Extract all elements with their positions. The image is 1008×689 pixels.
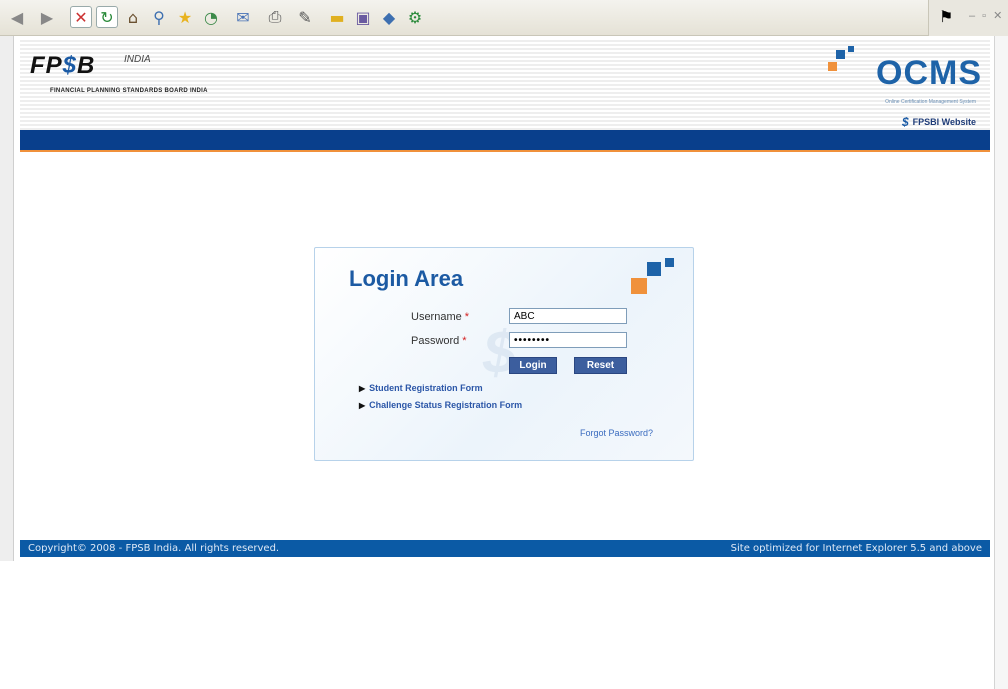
fpsb-mark-icon: $: [901, 115, 909, 129]
optimized-text: Site optimized for Internet Explorer 5.5…: [730, 543, 982, 554]
home-icon[interactable]: ⌂: [122, 6, 144, 28]
stop-icon[interactable]: ✕: [70, 6, 92, 28]
tools-icon[interactable]: ⚙: [404, 6, 426, 28]
ocms-logo: OCMS Online Certification Management Sys…: [822, 44, 982, 105]
watermark: $: [483, 319, 517, 386]
challenge-status-registration-link[interactable]: ▶ Challenge Status Registration Form: [359, 400, 522, 410]
student-registration-link[interactable]: ▶ Student Registration Form: [359, 383, 483, 393]
scrollbar[interactable]: [994, 36, 1008, 689]
copyright-text: Copyright© 2008 - FPSB India. All rights…: [28, 543, 280, 554]
edit-icon[interactable]: ✎: [294, 6, 316, 28]
username-label: Username *: [411, 311, 470, 323]
refresh-icon[interactable]: ↻: [96, 6, 118, 28]
logo-square: [665, 258, 674, 267]
mail-icon[interactable]: ✉: [232, 6, 254, 28]
fpsb-logo[interactable]: FP$B: [30, 52, 95, 80]
ocms-logo-text: OCMS: [876, 54, 982, 92]
logo-subtitle: FINANCIAL PLANNING STANDARDS BOARD INDIA: [50, 88, 208, 94]
login-area: $ Login Area Username * ABC Password * •••…: [314, 247, 694, 461]
login-button[interactable]: Login: [509, 357, 557, 374]
print-icon[interactable]: ⎙: [264, 6, 286, 28]
link-label: Challenge Status Registration Form: [369, 400, 523, 410]
arrow-right-icon: ▶: [359, 383, 366, 393]
login-title: Login Area: [349, 266, 464, 291]
site-footer: Copyright© 2008 - FPSB India. All rights…: [20, 540, 990, 557]
window-controls: ⚑ ‒ ▫ ✕: [928, 0, 1008, 36]
window-buttons[interactable]: ‒ ▫ ✕: [969, 9, 1004, 22]
header-band: [20, 130, 990, 152]
forgot-password-link[interactable]: Forgot Password?: [580, 428, 653, 438]
reset-button[interactable]: Reset: [574, 357, 627, 374]
back-icon[interactable]: ◀: [6, 6, 28, 28]
website-link-label: FPSBI Website: [912, 117, 976, 127]
fpsbi-website-link[interactable]: $ FPSBI Website: [902, 115, 976, 129]
folder-icon[interactable]: ▬: [326, 6, 348, 28]
messenger-icon[interactable]: ◆: [378, 6, 400, 28]
browser-toolbar: ◀ ▶ ✕ ↻ ⌂ ⚲ ★ ◔ ✉ ⎙ ✎ ▬ ▣ ◆ ⚙ ⚑ ‒ ▫ ✕: [0, 0, 1008, 36]
arrow-right-icon: ▶: [359, 400, 366, 410]
discuss-icon[interactable]: ▣: [352, 6, 374, 28]
username-field[interactable]: ABC: [509, 308, 627, 324]
password-label: Password *: [411, 335, 467, 347]
logo-square: [647, 262, 661, 276]
logo-square: [836, 50, 845, 59]
logo-square: [631, 278, 647, 294]
forward-icon[interactable]: ▶: [36, 6, 58, 28]
link-label: Student Registration Form: [369, 383, 483, 393]
logo-region: INDIA: [124, 54, 151, 65]
password-field[interactable]: ••••••••: [509, 332, 627, 348]
history-icon[interactable]: ◔: [200, 6, 222, 28]
page-left-border: [0, 36, 14, 561]
windows-logo-icon: ⚑: [939, 7, 954, 26]
logo-square: [848, 46, 854, 52]
favorites-icon[interactable]: ★: [174, 6, 196, 28]
ocms-subtitle: Online Certification Management System: [885, 99, 976, 105]
logo-square: [828, 62, 837, 71]
site-header: FP$B INDIA FINANCIAL PLANNING STANDARDS …: [20, 38, 990, 130]
search-icon[interactable]: ⚲: [148, 6, 170, 28]
